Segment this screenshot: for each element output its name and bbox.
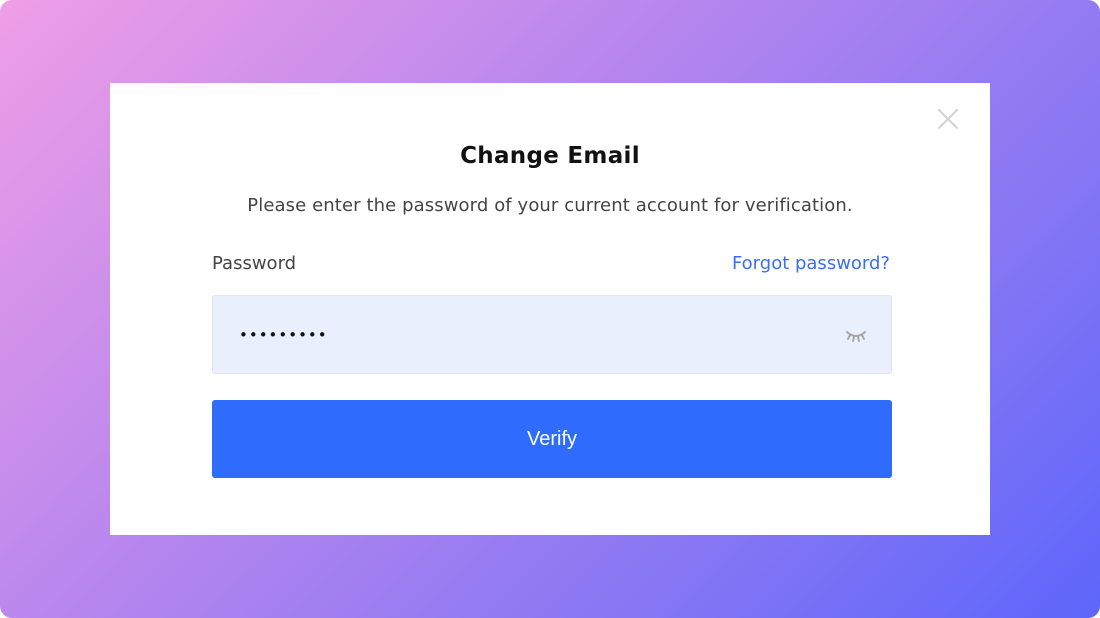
forgot-password-link[interactable]: Forgot password?: [732, 253, 890, 274]
dialog-subtitle: Please enter the password of your curren…: [247, 195, 853, 216]
close-icon: [937, 108, 959, 130]
dialog-title: Change Email: [460, 143, 640, 169]
change-email-dialog: Change Email Please enter the password o…: [110, 83, 990, 535]
password-label: Password: [212, 253, 297, 274]
password-visibility-toggle[interactable]: [843, 326, 869, 344]
close-button[interactable]: [936, 107, 960, 131]
password-input[interactable]: [213, 296, 823, 373]
verify-button[interactable]: Verify: [212, 400, 892, 478]
eye-closed-icon: [846, 331, 866, 342]
password-field-container: [212, 295, 892, 374]
gradient-backdrop: Change Email Please enter the password o…: [0, 0, 1100, 618]
